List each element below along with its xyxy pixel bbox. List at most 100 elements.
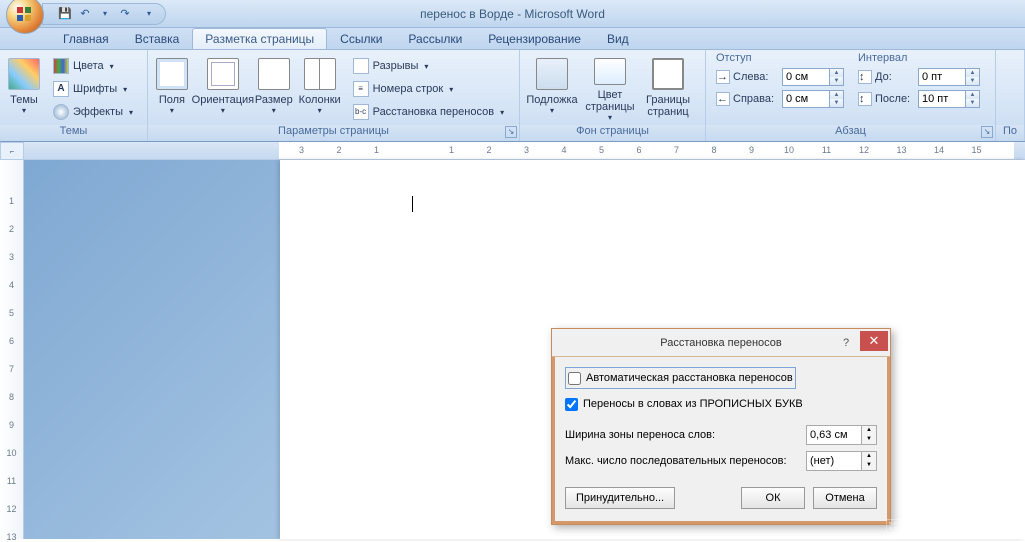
chevron-down-icon: ▾ xyxy=(449,85,453,94)
watermark-icon xyxy=(536,58,568,90)
page-borders-icon xyxy=(652,58,684,90)
spin-up-icon[interactable]: ▲ xyxy=(966,91,979,99)
hyphenation-button[interactable]: b-cРасстановка переносов▾ xyxy=(348,101,513,123)
quick-access-toolbar: 💾 ↶ ▾ ↷ ▾ xyxy=(42,3,166,25)
size-label: Размер xyxy=(255,94,293,106)
breaks-icon xyxy=(353,58,369,74)
spin-down-icon[interactable]: ▼ xyxy=(830,77,843,85)
close-icon[interactable]: ✕ xyxy=(860,331,888,351)
cancel-button[interactable]: Отмена xyxy=(813,487,877,509)
spacing-before-icon: ↕ xyxy=(858,70,872,84)
watermark-label: Подложка xyxy=(526,94,577,106)
redo-icon[interactable]: ↷ xyxy=(117,6,133,22)
title-bar: 💾 ↶ ▾ ↷ ▾ перенос в Ворде - Microsoft Wo… xyxy=(0,0,1025,28)
spacing-after-icon: ↕ xyxy=(858,92,872,106)
chevron-down-icon: ▾ xyxy=(221,106,225,115)
line-numbers-icon: ≡ xyxy=(353,81,369,97)
ok-button[interactable]: ОК xyxy=(741,487,805,509)
zone-input[interactable] xyxy=(806,425,862,445)
spin-down-icon[interactable]: ▼ xyxy=(830,99,843,107)
spin-down-icon[interactable]: ▼ xyxy=(862,435,876,444)
text-cursor xyxy=(412,196,413,212)
columns-button[interactable]: Колонки▾ xyxy=(296,53,344,123)
caps-hyphen-checkbox[interactable] xyxy=(565,398,578,411)
effects-icon xyxy=(53,104,69,120)
dialog-title-text: Расстановка переносов xyxy=(660,337,781,349)
chevron-down-icon: ▾ xyxy=(170,106,174,115)
indent-left-label: Слева: xyxy=(733,71,779,83)
page-color-button[interactable]: Цвет страницы▾ xyxy=(582,53,638,123)
themes-button[interactable]: Темы ▾ xyxy=(4,53,44,123)
themes-label: Темы xyxy=(10,94,38,106)
zone-label: Ширина зоны переноса слов: xyxy=(565,429,715,441)
tab-home[interactable]: Главная xyxy=(50,28,122,49)
size-button[interactable]: Размер▾ xyxy=(254,53,294,123)
spin-up-icon[interactable]: ▲ xyxy=(862,452,876,461)
ruler-corner[interactable]: ⌐ xyxy=(0,142,24,160)
dialog-launcher-icon[interactable]: ↘ xyxy=(505,126,517,138)
spin-up-icon[interactable]: ▲ xyxy=(862,426,876,435)
max-spinner[interactable]: ▲▼ xyxy=(806,451,877,471)
tab-page-layout[interactable]: Разметка страницы xyxy=(192,28,327,49)
theme-fonts-button[interactable]: AШрифты▾ xyxy=(48,78,138,100)
horizontal-ruler[interactable]: 321123456789101112131415 xyxy=(24,142,1025,160)
dialog-titlebar[interactable]: Расстановка переносов ? ✕ xyxy=(552,329,890,357)
spin-up-icon[interactable]: ▲ xyxy=(830,91,843,99)
theme-colors-button[interactable]: Цвета▾ xyxy=(48,55,138,77)
tab-references[interactable]: Ссылки xyxy=(327,28,395,49)
tab-review[interactable]: Рецензирование xyxy=(475,28,594,49)
chevron-down-icon: ▾ xyxy=(272,106,276,115)
undo-icon[interactable]: ↶ xyxy=(77,6,93,22)
spacing-before-input[interactable] xyxy=(918,68,966,86)
auto-hyphen-row[interactable]: Автоматическая расстановка переносов xyxy=(565,367,796,389)
auto-hyphen-label: Автоматическая расстановка переносов xyxy=(586,372,793,384)
group-label-page-bg: Фон страницы xyxy=(520,125,705,141)
indent-right-spinner[interactable]: ▲▼ xyxy=(782,90,844,108)
help-icon[interactable]: ? xyxy=(834,333,858,353)
vertical-ruler[interactable]: 12345678910111213 xyxy=(0,160,24,539)
max-input[interactable] xyxy=(806,451,862,471)
spin-up-icon[interactable]: ▲ xyxy=(830,69,843,77)
spacing-before-spinner[interactable]: ▲▼ xyxy=(918,68,980,86)
spin-up-icon[interactable]: ▲ xyxy=(966,69,979,77)
columns-icon xyxy=(304,58,336,90)
caps-hyphen-row[interactable]: Переносы в словах из ПРОПИСНЫХ БУКВ xyxy=(565,393,877,415)
tab-mailings[interactable]: Рассылки xyxy=(395,28,475,49)
spacing-after-input[interactable] xyxy=(918,90,966,108)
page-color-icon xyxy=(594,58,626,85)
indent-header: Отступ xyxy=(716,52,844,64)
auto-hyphen-checkbox[interactable] xyxy=(568,372,581,385)
tab-view[interactable]: Вид xyxy=(594,28,642,49)
spacing-header: Интервал xyxy=(858,52,980,64)
orientation-icon xyxy=(207,58,239,90)
save-icon[interactable]: 💾 xyxy=(57,6,73,22)
breaks-button[interactable]: Разрывы▾ xyxy=(348,55,513,77)
dialog-launcher-icon[interactable]: ↘ xyxy=(981,126,993,138)
force-button[interactable]: Принудительно... xyxy=(565,487,675,509)
spacing-after-spinner[interactable]: ▲▼ xyxy=(918,90,980,108)
margins-button[interactable]: Поля▾ xyxy=(152,53,192,123)
chevron-down-icon: ▾ xyxy=(318,106,322,115)
spin-down-icon[interactable]: ▼ xyxy=(966,99,979,107)
page-borders-button[interactable]: Границы страниц xyxy=(640,53,696,123)
indent-left-input[interactable] xyxy=(782,68,830,86)
indent-right-input[interactable] xyxy=(782,90,830,108)
theme-effects-button[interactable]: Эффекты▾ xyxy=(48,101,138,123)
line-numbers-label: Номера строк xyxy=(373,83,444,95)
spin-down-icon[interactable]: ▼ xyxy=(966,77,979,85)
office-button[interactable] xyxy=(6,0,44,34)
qat-dropdown-icon[interactable]: ▾ xyxy=(97,6,113,22)
breaks-label: Разрывы xyxy=(373,60,419,72)
columns-label: Колонки xyxy=(299,94,341,106)
spin-down-icon[interactable]: ▼ xyxy=(862,461,876,470)
max-label: Макс. число последовательных переносов: xyxy=(565,455,787,467)
line-numbers-button[interactable]: ≡ Номера строк ▾ xyxy=(348,78,513,100)
indent-left-spinner[interactable]: ▲▼ xyxy=(782,68,844,86)
tab-insert[interactable]: Вставка xyxy=(122,28,193,49)
qat-customize-icon[interactable]: ▾ xyxy=(141,6,157,22)
orientation-button[interactable]: Ориентация▾ xyxy=(194,53,252,123)
zone-spinner[interactable]: ▲▼ xyxy=(806,425,877,445)
watermark-button[interactable]: Подложка▾ xyxy=(524,53,580,123)
size-icon xyxy=(258,58,290,90)
chevron-down-icon: ▾ xyxy=(123,85,127,94)
